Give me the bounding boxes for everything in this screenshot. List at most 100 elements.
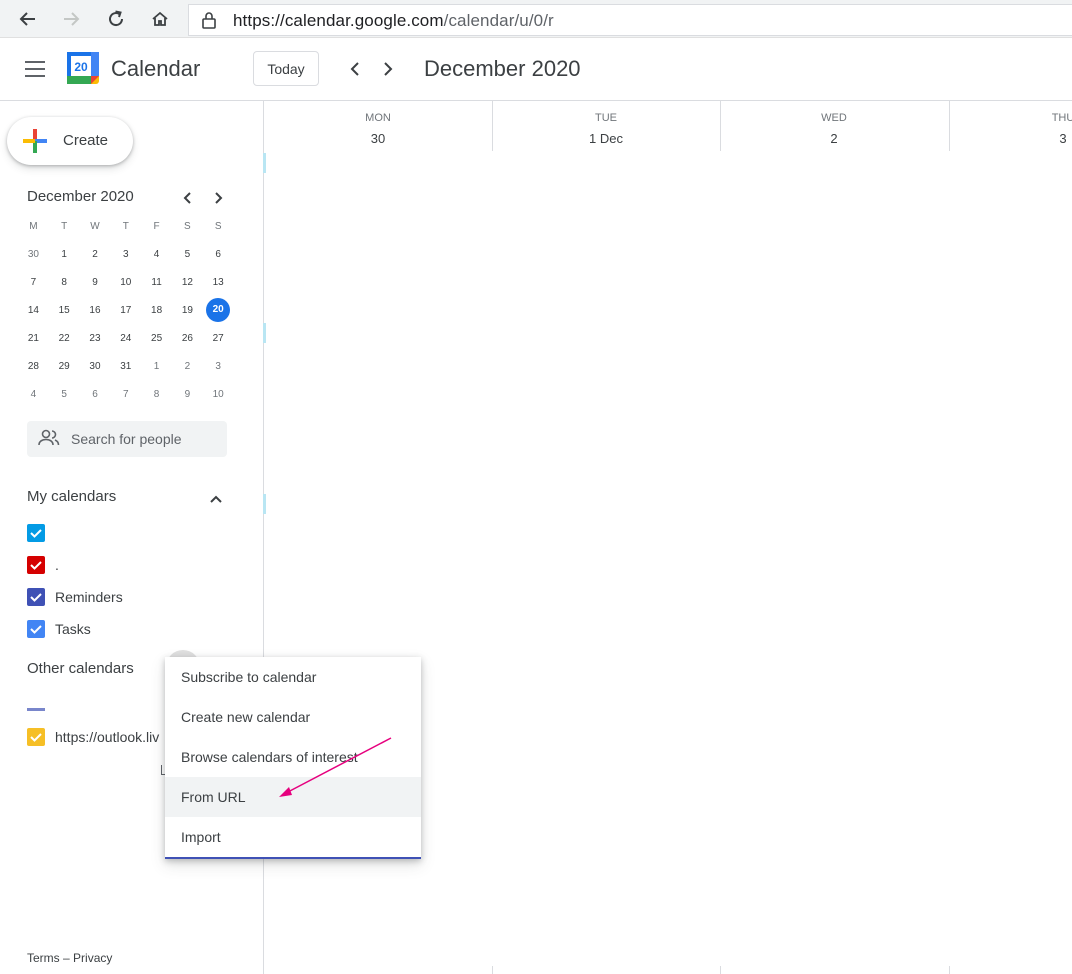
weekday-header: S bbox=[214, 220, 222, 232]
checkbox-checked-icon[interactable] bbox=[27, 588, 45, 606]
mini-day[interactable]: 5 bbox=[172, 249, 203, 260]
forward-icon[interactable] bbox=[58, 6, 84, 32]
mini-prev-month-icon[interactable] bbox=[178, 188, 198, 208]
terms-link[interactable]: Terms bbox=[27, 951, 60, 965]
mini-day[interactable]: 8 bbox=[141, 389, 172, 400]
main-menu-icon[interactable] bbox=[22, 58, 48, 80]
mini-day[interactable]: 1 bbox=[49, 249, 80, 260]
calendar-list-item[interactable] bbox=[27, 523, 55, 543]
mini-day[interactable]: 29 bbox=[49, 361, 80, 372]
next-period-icon[interactable] bbox=[377, 58, 399, 80]
menu-item-subscribe-to-calendar[interactable]: Subscribe to calendar bbox=[165, 657, 421, 697]
day-of-week-label: MON bbox=[365, 112, 391, 124]
home-icon[interactable] bbox=[147, 6, 173, 32]
mini-day[interactable]: 10 bbox=[110, 277, 141, 288]
mini-day-today[interactable]: 20 bbox=[203, 298, 234, 322]
day-date-label[interactable]: 30 bbox=[264, 131, 492, 146]
mini-day[interactable]: 30 bbox=[80, 361, 111, 372]
menu-item-from-url[interactable]: From URL bbox=[165, 777, 421, 817]
today-button[interactable]: Today bbox=[253, 51, 319, 86]
mini-day[interactable]: 6 bbox=[203, 249, 234, 260]
calendar-logo-icon: 20 bbox=[67, 52, 99, 84]
day-column-header[interactable]: MON 30 bbox=[264, 101, 492, 151]
mini-day[interactable]: 3 bbox=[110, 249, 141, 260]
calendar-list-item[interactable]: https://outlook.liv bbox=[27, 727, 159, 747]
mini-day[interactable]: 14 bbox=[18, 305, 49, 316]
header-date-title: December 2020 bbox=[424, 56, 581, 81]
privacy-link[interactable]: Privacy bbox=[73, 951, 112, 965]
checkbox-checked-icon[interactable] bbox=[27, 556, 45, 574]
search-people-input[interactable]: Search for people bbox=[27, 421, 227, 457]
address-bar[interactable]: https://calendar.google.com/calendar/u/0… bbox=[188, 4, 1072, 36]
chevron-up-icon[interactable] bbox=[206, 489, 226, 509]
mini-day[interactable]: 13 bbox=[203, 277, 234, 288]
add-calendar-menu: Subscribe to calendar Create new calendar… bbox=[165, 657, 421, 859]
mini-day[interactable]: 18 bbox=[141, 305, 172, 316]
mini-day[interactable]: 15 bbox=[49, 305, 80, 316]
mini-day[interactable]: 7 bbox=[110, 389, 141, 400]
mini-day[interactable]: 2 bbox=[80, 249, 111, 260]
checkbox-checked-icon[interactable] bbox=[27, 620, 45, 638]
mini-day[interactable]: 7 bbox=[18, 277, 49, 288]
mini-day[interactable]: 27 bbox=[203, 333, 234, 344]
day-column-header[interactable]: THU 3 bbox=[949, 101, 1072, 151]
previous-period-icon[interactable] bbox=[344, 58, 366, 80]
reload-icon[interactable] bbox=[103, 6, 129, 32]
mini-day[interactable]: 17 bbox=[110, 305, 141, 316]
day-date-label[interactable]: 2 bbox=[720, 131, 948, 146]
mini-day[interactable]: 3 bbox=[203, 361, 234, 372]
mini-day[interactable]: 28 bbox=[18, 361, 49, 372]
menu-item-create-new-calendar[interactable]: Create new calendar bbox=[165, 697, 421, 737]
menu-item-import[interactable]: Import bbox=[165, 817, 421, 857]
mini-day[interactable]: 24 bbox=[110, 333, 141, 344]
app-header: 20 Calendar Today December 2020 bbox=[0, 38, 1072, 101]
column-separator bbox=[949, 101, 950, 151]
mini-day[interactable]: 21 bbox=[18, 333, 49, 344]
mini-next-month-icon[interactable] bbox=[208, 188, 228, 208]
day-date-label[interactable]: 1 Dec bbox=[492, 131, 720, 146]
time-marker bbox=[263, 153, 266, 173]
day-column-header[interactable]: TUE 1 Dec bbox=[492, 101, 720, 151]
create-button[interactable]: Create bbox=[7, 117, 133, 165]
mini-day[interactable]: 9 bbox=[80, 277, 111, 288]
mini-day[interactable]: 4 bbox=[141, 249, 172, 260]
mini-day[interactable]: 30 bbox=[18, 249, 49, 260]
mini-day[interactable]: 12 bbox=[172, 277, 203, 288]
mini-day[interactable]: 2 bbox=[172, 361, 203, 372]
column-separator bbox=[492, 966, 493, 974]
calendar-name: . bbox=[55, 557, 59, 573]
mini-day[interactable]: 4 bbox=[18, 389, 49, 400]
day-of-week-label: WED bbox=[821, 112, 847, 124]
weekday-header: F bbox=[153, 220, 160, 232]
mini-day[interactable]: 26 bbox=[172, 333, 203, 344]
calendar-list-item[interactable]: Tasks bbox=[27, 619, 91, 639]
my-calendars-title[interactable]: My calendars bbox=[27, 488, 116, 505]
mini-day[interactable]: 1 bbox=[141, 361, 172, 372]
mini-day[interactable]: 31 bbox=[110, 361, 141, 372]
weekday-header: S bbox=[184, 220, 191, 232]
menu-item-browse-calendars-of-interest[interactable]: Browse calendars of interest bbox=[165, 737, 421, 777]
mini-day[interactable]: 8 bbox=[49, 277, 80, 288]
day-column-header[interactable]: WED 2 bbox=[720, 101, 948, 151]
mini-day[interactable]: 10 bbox=[203, 389, 234, 400]
checkbox-checked-icon[interactable] bbox=[27, 524, 45, 542]
other-calendars-title[interactable]: Other calendars bbox=[27, 660, 134, 677]
mini-day[interactable]: 23 bbox=[80, 333, 111, 344]
partial-calendar-color bbox=[27, 708, 45, 711]
mini-day[interactable]: 11 bbox=[141, 277, 172, 288]
day-date-label[interactable]: 3 bbox=[949, 131, 1072, 146]
browser-toolbar: https://calendar.google.com/calendar/u/0… bbox=[0, 0, 1072, 38]
calendar-list-item[interactable]: . bbox=[27, 555, 59, 575]
checkbox-checked-icon[interactable] bbox=[27, 728, 45, 746]
mini-day[interactable]: 5 bbox=[49, 389, 80, 400]
mini-day[interactable]: 25 bbox=[141, 333, 172, 344]
mini-day[interactable]: 22 bbox=[49, 333, 80, 344]
calendar-list-item[interactable]: Reminders bbox=[27, 587, 123, 607]
mini-day[interactable]: 19 bbox=[172, 305, 203, 316]
mini-day[interactable]: 16 bbox=[80, 305, 111, 316]
mini-calendar-grid: M T W T F S S 30 1 2 3 4 5 6 7 8 9 10 11 12 13 14 15 16 17 18 19 20… bbox=[18, 212, 234, 408]
back-icon[interactable] bbox=[15, 6, 41, 32]
mini-day[interactable]: 9 bbox=[172, 389, 203, 400]
mini-day[interactable]: 6 bbox=[80, 389, 111, 400]
app-name: Calendar bbox=[111, 56, 201, 81]
